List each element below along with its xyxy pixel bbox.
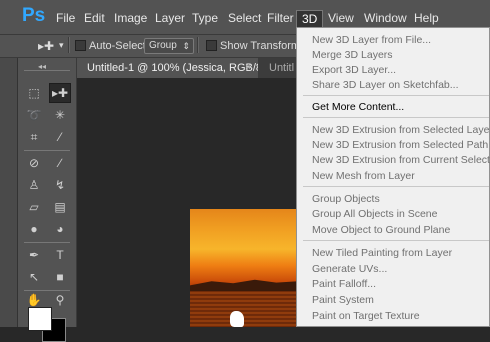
magic-wand-icon[interactable]: ✳ xyxy=(50,106,70,124)
zoom-icon[interactable]: ⚲ xyxy=(50,291,70,309)
menu-item-new-3d-layer-from-file[interactable]: New 3D Layer from File... xyxy=(312,34,431,46)
menu-item-export-3d-layer[interactable]: Export 3D Layer... xyxy=(312,64,396,76)
menu-layer[interactable]: Layer xyxy=(155,11,185,25)
menu-3d-dropdown: New 3D Layer from File... Merge 3D Layer… xyxy=(296,27,490,327)
chevron-down-icon[interactable]: ▾ xyxy=(59,40,64,51)
crop-icon[interactable]: ⌗ xyxy=(24,128,44,146)
menu-filter[interactable]: Filter xyxy=(267,11,294,25)
move-tool-icon[interactable]: ▸✚ xyxy=(38,39,54,53)
menu-item-extrusion-from-path[interactable]: New 3D Extrusion from Selected Path xyxy=(312,139,488,151)
hills-silhouette xyxy=(190,279,298,291)
eraser-icon[interactable]: ▱ xyxy=(24,198,44,216)
menu-item-new-mesh-from-layer[interactable]: New Mesh from Layer xyxy=(312,170,415,182)
tab-untitled-1[interactable]: Untitled-1 @ 100% (Jessica, RGB/8) * × xyxy=(77,58,258,78)
tab-label: Untitled-1 @ 100% (Jessica, RGB/8) * xyxy=(87,62,258,74)
dodge-icon[interactable]: ◕ xyxy=(50,220,70,238)
menu-item-paint-on-target-texture[interactable]: Paint on Target Texture xyxy=(312,310,420,322)
menu-item-get-more-content[interactable]: Get More Content... xyxy=(312,101,404,113)
marquee-icon[interactable]: ⬚ xyxy=(24,84,44,102)
lasso-icon[interactable]: ➰ xyxy=(24,106,44,124)
show-transform-checkbox[interactable] xyxy=(206,40,217,51)
menu-select[interactable]: Select xyxy=(228,11,261,25)
menu-item-new-tiled-painting[interactable]: New Tiled Painting from Layer xyxy=(312,247,452,259)
tab-label: Untitl xyxy=(269,62,295,74)
auto-select-label: Auto-Select: xyxy=(89,40,149,52)
panel-divider xyxy=(24,70,70,71)
type-icon[interactable]: T xyxy=(50,246,70,264)
move-icon[interactable]: ▸✚ xyxy=(49,83,71,103)
menu-separator xyxy=(303,95,489,96)
menu-edit[interactable]: Edit xyxy=(84,11,105,25)
auto-select-dropdown[interactable]: Group ⇕ xyxy=(144,38,194,54)
menu-item-paint-system[interactable]: Paint System xyxy=(312,294,374,306)
menu-item-extrusion-from-layer[interactable]: New 3D Extrusion from Selected Layer xyxy=(312,124,490,136)
menu-separator xyxy=(303,186,489,187)
menu-item-share-3d-layer-sketchfab[interactable]: Share 3D Layer on Sketchfab... xyxy=(312,79,459,91)
auto-select-value: Group xyxy=(149,40,177,51)
menu-file[interactable]: File xyxy=(56,11,75,25)
foreground-color-swatch[interactable] xyxy=(28,307,52,331)
menu-view[interactable]: View xyxy=(328,11,354,25)
stepper-arrows-icon: ⇕ xyxy=(182,41,190,51)
divider xyxy=(68,37,70,53)
menu-item-group-objects[interactable]: Group Objects xyxy=(312,193,380,205)
menu-item-move-to-ground-plane[interactable]: Move Object to Ground Plane xyxy=(312,224,450,236)
panel-collapse-strip xyxy=(0,35,18,327)
sea-reflection xyxy=(190,291,298,327)
menu-help[interactable]: Help xyxy=(414,11,439,25)
menu-type[interactable]: Type xyxy=(192,11,218,25)
white-cutout xyxy=(230,311,244,327)
panel-divider xyxy=(24,242,70,243)
menu-item-extrusion-from-selection[interactable]: New 3D Extrusion from Current Selection xyxy=(312,154,490,166)
menu-item-group-all-objects[interactable]: Group All Objects in Scene xyxy=(312,208,437,220)
menu-separator xyxy=(303,240,489,241)
brush-icon[interactable]: ∕ xyxy=(50,154,70,172)
menu-item-generate-uvs[interactable]: Generate UVs... xyxy=(312,263,387,275)
photoshop-logo: Ps xyxy=(22,5,46,26)
panel-divider xyxy=(24,150,70,151)
canvas-sunset-image[interactable] xyxy=(190,209,298,327)
menu-image[interactable]: Image xyxy=(114,11,147,25)
clone-stamp-icon[interactable]: ♙ xyxy=(24,176,44,194)
history-brush-icon[interactable]: ↯ xyxy=(50,176,70,194)
blur-icon[interactable]: ● xyxy=(24,220,44,238)
menu-item-paint-falloff[interactable]: Paint Falloff... xyxy=(312,278,376,290)
pen-icon[interactable]: ✒ xyxy=(24,246,44,264)
path-selection-icon[interactable]: ↖ xyxy=(24,268,44,286)
eyedropper-icon[interactable]: ⁄ xyxy=(50,128,70,146)
healing-brush-icon[interactable]: ⊘ xyxy=(24,154,44,172)
rectangle-icon[interactable]: ■ xyxy=(50,268,70,286)
menu-separator xyxy=(303,117,489,118)
tools-panel: ◂◂ ⬚ ▸✚ ➰ ✳ ⌗ ⁄ ⊘ ∕ ♙ ↯ ▱ ▤ ● ◕ ✒ T ↖ ■ … xyxy=(18,58,77,342)
auto-select-checkbox[interactable] xyxy=(75,40,86,51)
divider xyxy=(197,37,199,53)
menu-window[interactable]: Window xyxy=(364,11,407,25)
gradient-icon[interactable]: ▤ xyxy=(50,198,70,216)
close-icon[interactable]: × xyxy=(245,58,251,78)
menu-item-merge-3d-layers[interactable]: Merge 3D Layers xyxy=(312,49,393,61)
